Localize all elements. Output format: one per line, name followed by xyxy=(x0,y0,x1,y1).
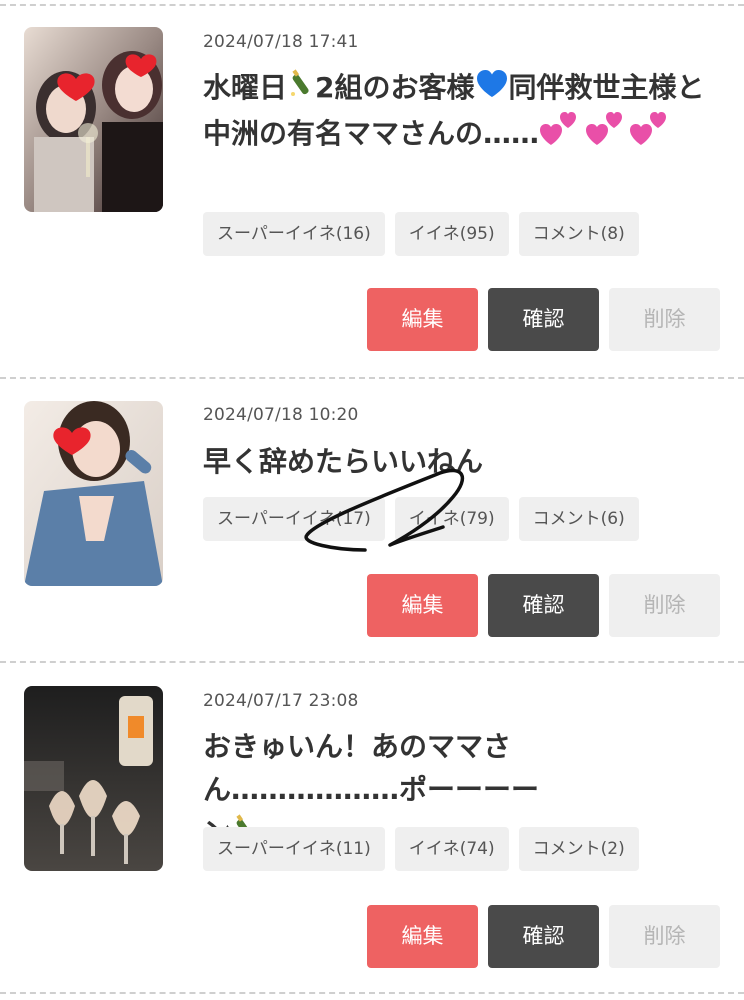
post-thumbnail[interactable] xyxy=(24,401,163,586)
post-stats: スーパーイイネ(17) イイネ(79) コメント(6) xyxy=(203,497,639,541)
super-like-count[interactable]: スーパーイイネ(16) xyxy=(203,212,385,256)
comment-count[interactable]: コメント(2) xyxy=(518,827,639,871)
two-hearts-icon xyxy=(629,111,669,159)
divider xyxy=(0,661,744,663)
post-thumbnail[interactable] xyxy=(24,27,163,212)
post-stats: スーパーイイネ(16) イイネ(95) コメント(8) xyxy=(203,212,639,256)
post-actions: 編集 確認 削除 xyxy=(367,288,720,351)
two-hearts-icon xyxy=(539,111,579,159)
divider xyxy=(0,992,744,994)
check-button[interactable]: 確認 xyxy=(488,905,599,968)
super-like-count[interactable]: スーパーイイネ(17) xyxy=(203,497,385,541)
champagne-icon xyxy=(287,68,315,111)
post-title[interactable]: 早く辞めたらいいねん xyxy=(203,440,728,483)
comment-count[interactable]: コメント(6) xyxy=(518,497,639,541)
post-thumbnail[interactable] xyxy=(24,686,163,871)
post-date: 2024/07/18 10:20 xyxy=(203,405,359,425)
delete-button[interactable]: 削除 xyxy=(609,288,720,351)
check-button[interactable]: 確認 xyxy=(488,288,599,351)
post-date: 2024/07/17 23:08 xyxy=(203,691,359,711)
like-count[interactable]: イイネ(95) xyxy=(394,212,509,256)
edit-button[interactable]: 編集 xyxy=(367,905,478,968)
blue-heart-icon xyxy=(475,68,509,111)
post-date: 2024/07/18 17:41 xyxy=(203,32,359,52)
divider xyxy=(0,377,744,379)
comment-count[interactable]: コメント(8) xyxy=(518,212,639,256)
like-count[interactable]: イイネ(74) xyxy=(394,827,509,871)
edit-button[interactable]: 編集 xyxy=(367,288,478,351)
post-actions: 編集 確認 削除 xyxy=(367,574,720,637)
post-stats: スーパーイイネ(11) イイネ(74) コメント(2) xyxy=(203,827,639,871)
delete-button[interactable]: 削除 xyxy=(609,574,720,637)
divider xyxy=(0,4,744,6)
like-count[interactable]: イイネ(79) xyxy=(394,497,509,541)
two-hearts-icon xyxy=(585,111,625,159)
check-button[interactable]: 確認 xyxy=(488,574,599,637)
post-actions: 編集 確認 削除 xyxy=(367,905,720,968)
edit-button[interactable]: 編集 xyxy=(367,574,478,637)
title-text: 2組のお客様 xyxy=(315,71,475,104)
post-title[interactable]: 水曜日 2組のお客様 同伴救世主様と中洲の有名ママさんの…… xyxy=(203,66,728,159)
title-text: 水曜日 xyxy=(203,71,288,104)
delete-button[interactable]: 削除 xyxy=(609,905,720,968)
super-like-count[interactable]: スーパーイイネ(11) xyxy=(203,827,385,871)
